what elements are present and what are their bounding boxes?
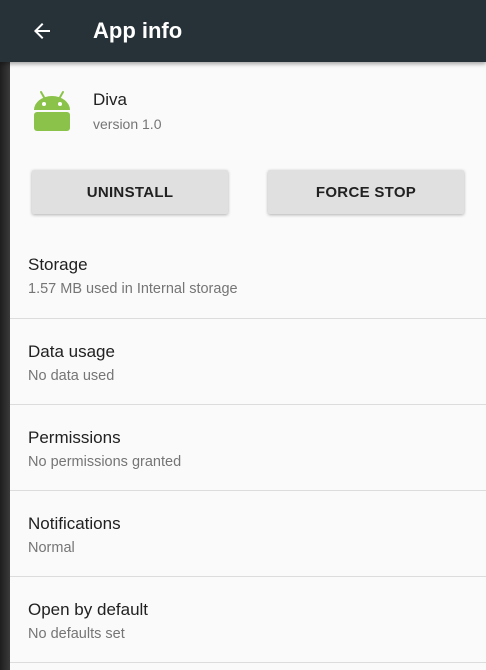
android-icon — [30, 89, 74, 133]
list-item-title: Storage — [28, 255, 88, 274]
settings-list: Storage 1.57 MB used in Internal storage… — [10, 232, 486, 663]
app-bar: App info — [0, 0, 486, 62]
list-item-title: Open by default — [28, 600, 149, 619]
storage-item[interactable]: Storage 1.57 MB used in Internal storage — [10, 232, 486, 319]
force-stop-button[interactable]: FORCE STOP — [268, 170, 464, 214]
list-item-subtitle: Normal — [28, 540, 75, 556]
list-item-title: Notifications — [28, 514, 121, 533]
list-item-title: Data usage — [28, 342, 115, 361]
list-item-subtitle: No defaults set — [28, 626, 125, 642]
notifications-item[interactable]: Notifications Normal — [10, 491, 486, 577]
uninstall-button[interactable]: UNINSTALL — [32, 170, 228, 214]
list-item-subtitle: No permissions granted — [28, 454, 182, 470]
screen-edge — [0, 0, 10, 670]
list-item-subtitle: 1.57 MB used in Internal storage — [28, 281, 238, 297]
app-header: Diva version 1.0 — [10, 62, 486, 162]
data-usage-item[interactable]: Data usage No data used — [10, 319, 486, 405]
open-by-default-item[interactable]: Open by default No defaults set — [10, 577, 486, 663]
app-version: version 1.0 — [93, 116, 162, 132]
app-name: Diva — [93, 90, 128, 109]
list-item-subtitle: No data used — [28, 368, 115, 384]
permissions-item[interactable]: Permissions No permissions granted — [10, 405, 486, 491]
list-item-title: Permissions — [28, 428, 121, 447]
page-title: App info — [93, 18, 183, 43]
app-info-content: Diva version 1.0 UNINSTALL FORCE STOP St… — [10, 62, 486, 670]
arrow-back-icon[interactable] — [30, 19, 54, 43]
